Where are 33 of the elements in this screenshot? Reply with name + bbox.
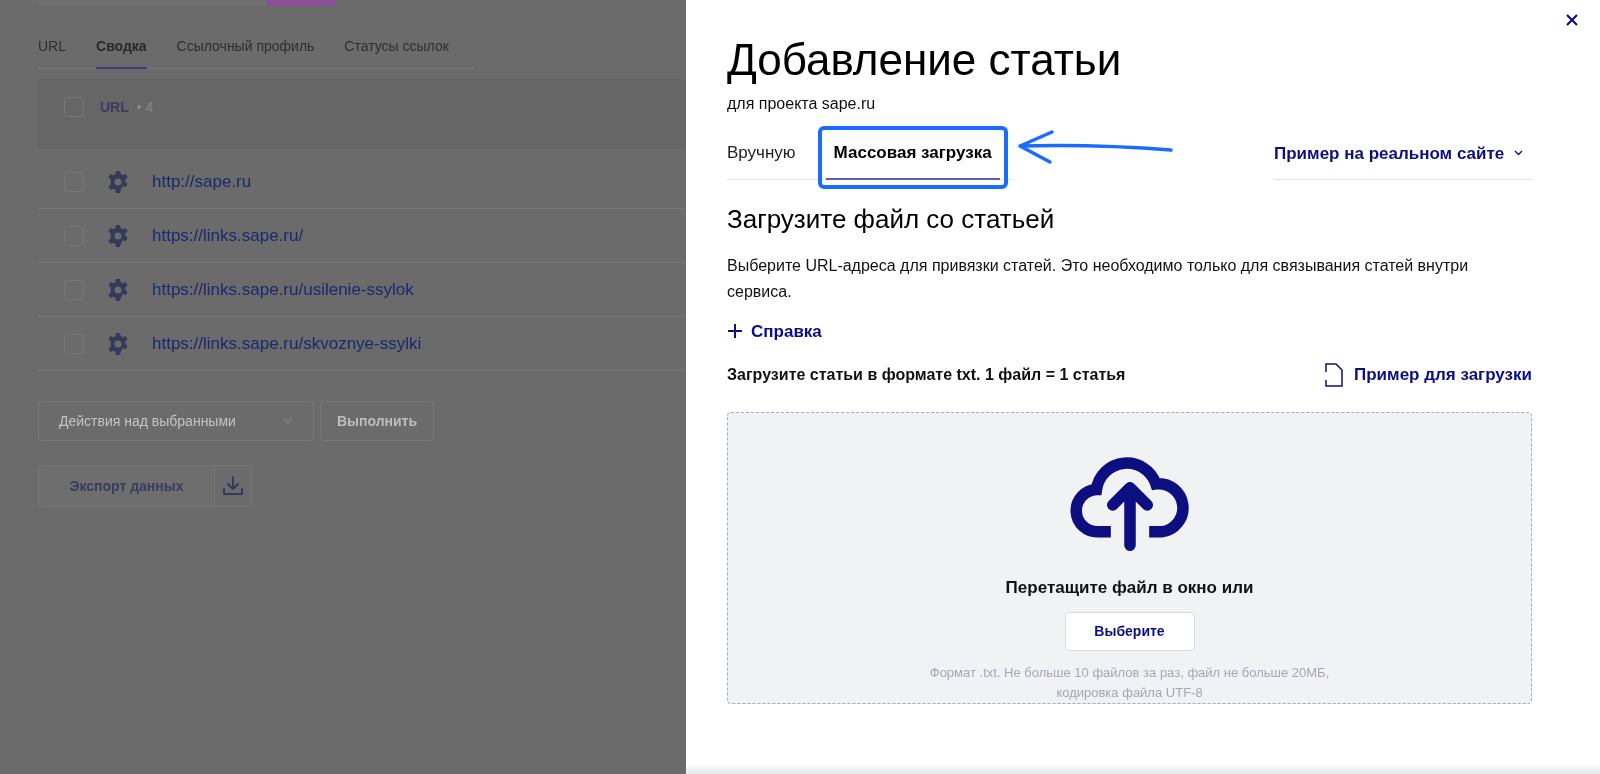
tab[interactable]: Сводка [96, 36, 147, 69]
description-text: Выберите URL-адреса для привязки статей. Это необходимо только для связывания статей внутри сервиса. [727, 255, 1470, 302]
close-icon [1566, 14, 1578, 26]
gear-icon[interactable] [106, 277, 130, 302]
tab[interactable]: Вручную [727, 140, 796, 180]
close-button[interactable] [1564, 12, 1580, 28]
dialog-subtitle: для проекта sape.ru [727, 94, 877, 114]
upload-label: Загрузите статьи в формате txt. 1 файл = 1 статья [727, 364, 1126, 385]
url-link[interactable]: http://sape.ru [152, 168, 252, 195]
url-link[interactable]: https://links.sape.ru/usilenie-ssylok [152, 276, 414, 303]
help-link[interactable]: Справка [727, 318, 822, 344]
gear-icon[interactable] [106, 223, 130, 248]
plus-icon [727, 323, 743, 340]
dialog-title: Добавление статьи [727, 34, 1123, 86]
tab[interactable]: Ссылочный профиль [176, 36, 315, 69]
url-link[interactable]: https://links.sape.ru/skvoznye-ssylki [152, 330, 422, 357]
drop-zone[interactable]: Перетащите файл в окно или Выберите Формат .txt. Не больше 10 файлов за раз, файл не больше 20МБ, кодировка файла UTF-8 [727, 411, 1532, 704]
run-button[interactable]: Выполнить [320, 401, 434, 441]
tab[interactable]: Статусы ссылок [344, 36, 449, 69]
format-hint: Формат .txt. Не больше 10 файлов за раз, файл не больше 20МБ, кодировка файла UTF-8 [928, 663, 1331, 702]
gear-icon[interactable] [106, 169, 130, 194]
download-icon [222, 475, 244, 497]
choose-file-button[interactable]: Выберите [1064, 612, 1195, 651]
section-heading: Загрузите файл со статьей [727, 202, 1056, 236]
chevron-down-icon [1514, 150, 1524, 157]
tab[interactable]: URL [38, 36, 66, 69]
gear-icon[interactable] [106, 331, 130, 356]
example-dropdown[interactable]: Пример на реальном сайте [1274, 140, 1532, 180]
actions-dropdown[interactable]: Действия над выбранными [38, 401, 314, 441]
drop-prompt: Перетащите файл в окно или [1005, 576, 1254, 599]
tab[interactable]: Массовая загрузка [825, 140, 1000, 180]
url-link[interactable]: https://links.sape.ru/ [152, 222, 304, 249]
sample-download-link[interactable]: Пример для загрузки [1322, 362, 1532, 388]
